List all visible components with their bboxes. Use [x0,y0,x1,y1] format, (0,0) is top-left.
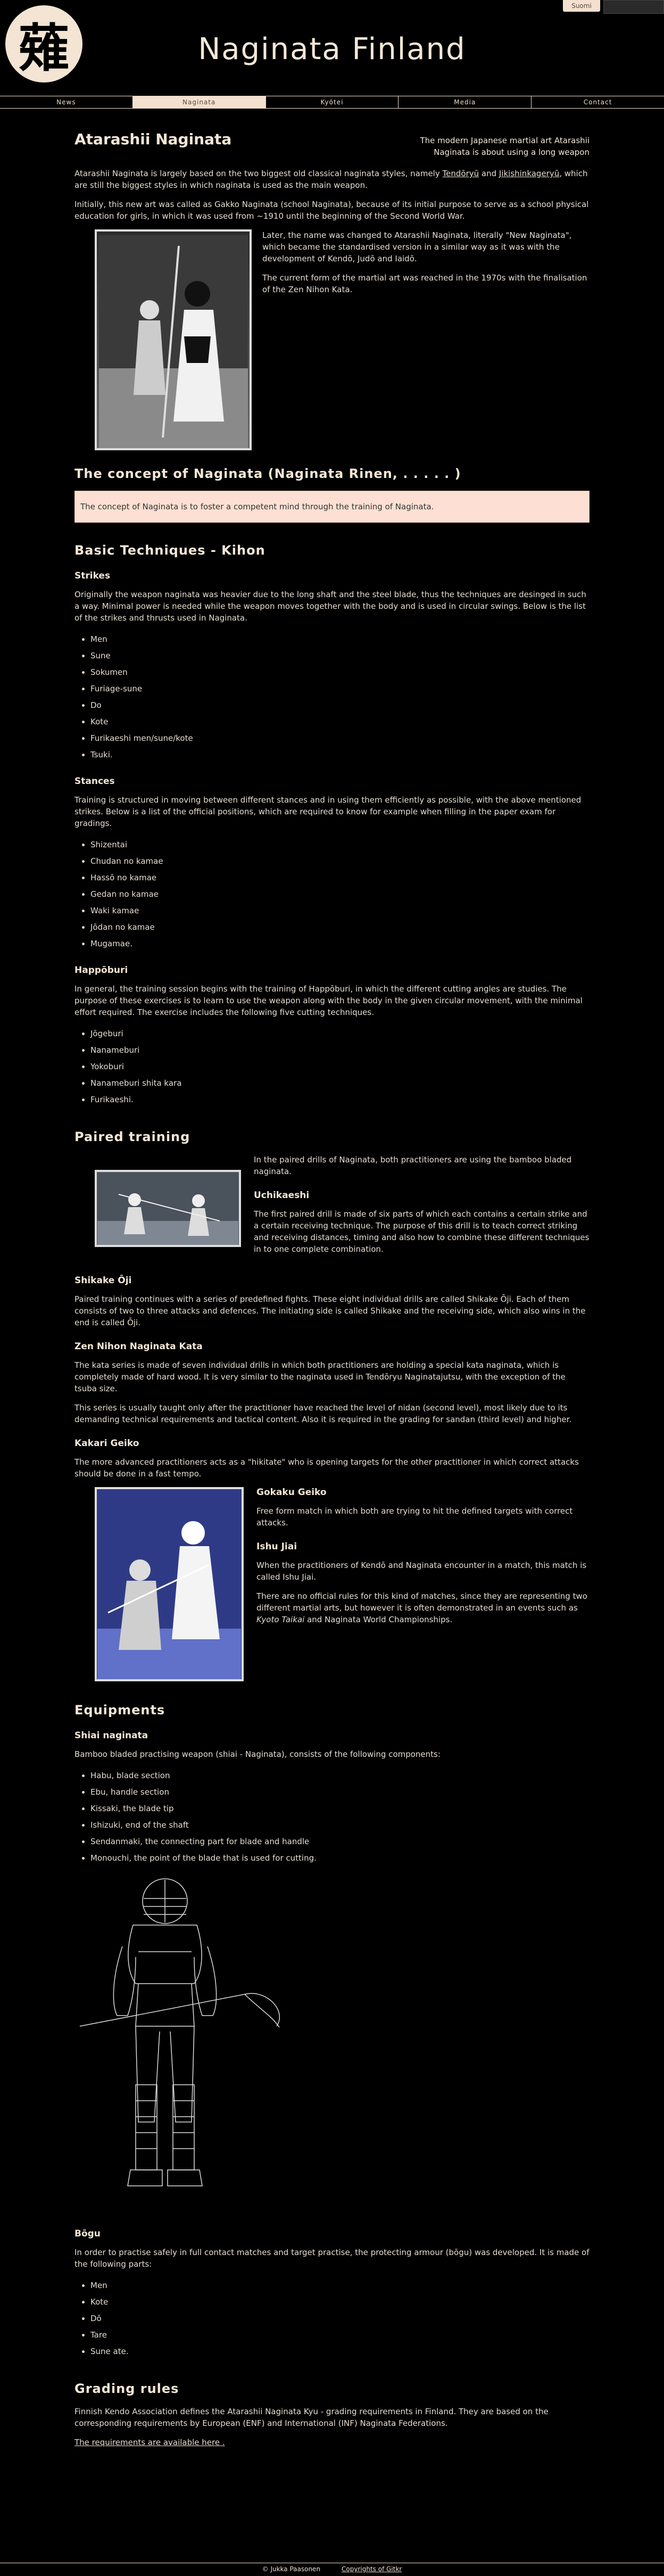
bogu-heading: Bōgu [74,2228,101,2239]
list-item: Monouchi, the point of the blade that is… [90,1850,590,1867]
nav-kyotei[interactable]: Kyōtei [266,96,399,108]
bogu-text: In order to practise safely in full cont… [74,2248,590,2269]
happoburi-heading: Happōburi [74,965,128,976]
uchikaeshi-text: The first paired drill is made of six pa… [254,1209,590,1254]
ishu-jiai-heading: Ishu Jiai [256,1541,297,1552]
list-item: Dō [90,2310,590,2327]
paired-training-heading: Paired training [74,1129,190,1144]
kata-text-1: The kata series is made of seven individ… [74,1360,566,1393]
side-paragraph-1: Later, the name was changed to Atarashii… [262,230,572,263]
nav-news[interactable]: News [0,96,133,108]
tendoryu-link[interactable]: Tendōryū [443,169,479,178]
practitioner-illustration [98,235,248,448]
strikes-list: Men Sune Sokumen Furiage-sune Do Kote Fu… [74,631,590,763]
concept-callout: The concept of Naginata is to foster a c… [74,491,590,523]
jikishinkageryu-link[interactable]: Jikishinkageryū [499,169,559,178]
list-item: Do [90,697,590,714]
list-item: Kote [90,2294,590,2310]
zen-nihon-kata-heading: Zen Nihon Naginata Kata [74,1341,203,1352]
list-item: Yokoburi [90,1059,590,1075]
side-paragraph-2: The current form of the martial art was … [262,273,587,294]
main-nav: News Naginata Kyōtei Media Contact [0,96,664,109]
naginata-and-bogu-illustration [79,1878,280,2186]
list-item: Tare [90,2327,590,2343]
intro-paragraph-2: Initially, this new art was called as Ga… [74,200,589,221]
nav-naginata[interactable]: Naginata [132,96,266,108]
list-item: Men [90,2277,590,2294]
site-header: 薙 Naginata Finland Suomi News Naginata K… [0,0,664,109]
footer-credits-link[interactable]: Copyrights of Gitkr [342,2563,402,2576]
happoburi-text: In general, the training session begins … [74,984,583,1017]
list-item: Sune ate. [90,2343,590,2360]
list-item: Jōgeburi [90,1026,590,1042]
list-item: Habu, blade section [90,1768,590,1784]
intro-paragraph-1: Atarashii Naginata is largely based on t… [74,169,588,190]
main-content: Atarashii Naginata The modern Japanese m… [74,130,590,2456]
shikake-oji-text: Paired training continues with a series … [74,1294,586,1327]
nav-contact[interactable]: Contact [532,96,664,108]
concept-heading: The concept of Naginata (Naginata Rinen,… [74,466,461,481]
naginata-parts-list: Habu, blade section Ebu, handle section … [74,1768,590,1867]
basic-techniques-heading: Basic Techniques - Kihon [74,543,265,558]
grading-rules-heading: Grading rules [74,2381,179,2396]
list-item: Gedan no kamae [90,886,590,903]
strikes-text: Originally the weapon naginata was heavi… [74,590,586,623]
list-item: Sendanmaki, the connecting part for blad… [90,1834,590,1850]
ishu-jiai-text-2: There are no official rules for this kin… [256,1591,587,1624]
stances-heading: Stances [74,776,115,787]
list-item: Nanameburi shita kara [90,1075,590,1092]
language-toggle-frame [603,0,664,14]
list-item: Furikaeshi men/sune/kote [90,730,590,747]
list-item: Furikaeshi. [90,1092,590,1108]
list-item: Chudan no kamae [90,853,590,870]
shikake-oji-heading: Shikake Ōji [74,1275,132,1286]
bogu-parts-list: Men Kote Dō Tare Sune ate. [74,2277,590,2360]
kakari-geiko-heading: Kakari Geiko [74,1438,139,1449]
footer-copyright: © Jukka Paasonen [262,2565,321,2573]
kakari-geiko-text: The more advanced practitioners acts as … [74,1457,579,1479]
list-item: Sune [90,648,590,664]
gokaku-geiko-text: Free form match in which both are trying… [256,1506,573,1528]
paired-training-illustration [97,1173,238,1245]
list-item: Jōdan no kamae [90,919,590,936]
page-tagline: The modern Japanese martial art Atarashi… [420,136,590,157]
list-item: Mugamae. [90,936,590,952]
list-item: Nanameburi [90,1042,590,1059]
nav-media[interactable]: Media [399,96,532,108]
gokaku-geiko-heading: Gokaku Geiko [256,1487,327,1498]
grading-requirements-link[interactable]: The requirements are available here . [74,2437,590,2448]
list-item: Sokumen [90,664,590,681]
shiai-naginata-heading: Shiai naginata [74,1730,148,1741]
ishu-jiai-text-1: When the practitioners of Kendō and Nagi… [256,1561,587,1582]
site-footer: © Jukka Paasonen Copyrights of Gitkr [0,2563,664,2576]
list-item: Men [90,631,590,648]
uchikaeshi-heading: Uchikaeshi [254,1190,310,1201]
list-item: Kissaki, the blade tip [90,1801,590,1817]
naginata-practitioner-photo [95,229,252,450]
kata-text-2: This series is usually taught only after… [74,1403,572,1424]
language-button[interactable]: Suomi [563,0,600,12]
list-item: Furiage-sune [90,681,590,697]
list-item: Kote [90,714,590,730]
happoburi-list: Jōgeburi Nanameburi Yokoburi Nanameburi … [74,1026,590,1108]
equipments-heading: Equipments [74,1703,165,1718]
grading-rules-text: Finnish Kendo Association defines the At… [74,2407,549,2428]
shiai-naginata-text: Bamboo bladed practising weapon (shiai -… [74,1749,441,1759]
strikes-heading: Strikes [74,571,111,581]
list-item: Shizentai [90,837,590,853]
site-title: Naginata Finland [198,32,466,67]
paired-intro: In the paired drills of Naginata, both p… [254,1155,572,1176]
stances-list: Shizentai Chudan no kamae Hassō no kamae… [74,837,590,952]
ishu-jiai-illustration [97,1490,241,1679]
list-item: Waki kamae [90,903,590,919]
paired-training-photo [95,1170,241,1247]
list-item: Ishizuki, end of the shaft [90,1817,590,1834]
stances-text: Training is structured in moving between… [74,795,582,828]
kendo-vs-naginata-photo [95,1487,244,1681]
list-item: Ebu, handle section [90,1784,590,1801]
list-item: Hassō no kamae [90,870,590,886]
list-item: Tsuki. [90,747,590,763]
